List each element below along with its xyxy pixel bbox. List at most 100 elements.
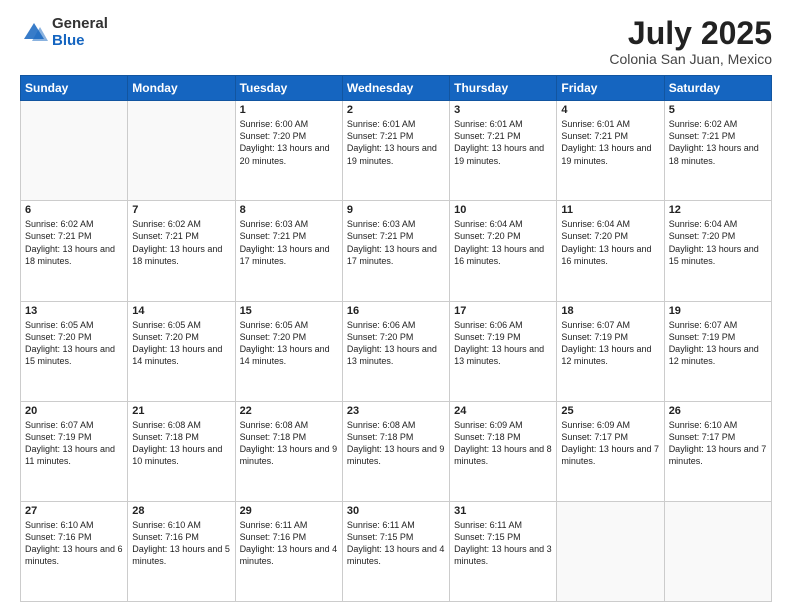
logo-general-text: General <box>52 15 108 32</box>
day-info: Sunrise: 6:07 AM Sunset: 7:19 PM Dayligh… <box>669 319 767 368</box>
day-info: Sunrise: 6:09 AM Sunset: 7:18 PM Dayligh… <box>454 419 552 468</box>
day-info: Sunrise: 6:05 AM Sunset: 7:20 PM Dayligh… <box>25 319 123 368</box>
calendar-cell: 2 Sunrise: 6:01 AM Sunset: 7:21 PM Daylig… <box>342 101 449 201</box>
day-info: Sunrise: 6:08 AM Sunset: 7:18 PM Dayligh… <box>132 419 230 468</box>
calendar-cell: 5Sunrise: 6:02 AM Sunset: 7:21 PM Daylig… <box>664 101 771 201</box>
calendar-cell: 19 Sunrise: 6:07 AM Sunset: 7:19 PM Dayli… <box>664 301 771 401</box>
calendar-cell: 21 Sunrise: 6:08 AM Sunset: 7:18 PM Dayli… <box>128 401 235 501</box>
header: General Blue July 2025 Colonia San Juan,… <box>20 16 772 67</box>
day-number: 28 <box>132 505 230 517</box>
day-info: Sunrise: 6:02 AM Sunset: 7:21 PM Dayligh… <box>669 118 767 167</box>
day-number: 17 <box>454 305 552 317</box>
calendar-cell <box>128 101 235 201</box>
day-info: Sunrise: 6:11 AM Sunset: 7:15 PM Dayligh… <box>454 519 552 568</box>
day-number: 6 <box>25 204 123 216</box>
calendar-col-sunday: Sunday <box>21 76 128 101</box>
day-number: 2 <box>347 104 445 116</box>
day-info: Sunrise: 6:10 AM Sunset: 7:16 PM Dayligh… <box>25 519 123 568</box>
calendar-cell: 18Sunrise: 6:07 AM Sunset: 7:19 PM Dayli… <box>557 301 664 401</box>
calendar-cell: 14 Sunrise: 6:05 AM Sunset: 7:20 PM Dayli… <box>128 301 235 401</box>
day-info: Sunrise: 6:07 AM Sunset: 7:19 PM Dayligh… <box>25 419 123 468</box>
day-info: Sunrise: 6:01 AM Sunset: 7:21 PM Dayligh… <box>454 118 552 167</box>
day-info: Sunrise: 6:08 AM Sunset: 7:18 PM Dayligh… <box>347 419 445 468</box>
calendar-col-wednesday: Wednesday <box>342 76 449 101</box>
day-info: Sunrise: 6:06 AM Sunset: 7:19 PM Dayligh… <box>454 319 552 368</box>
day-number: 10 <box>454 204 552 216</box>
calendar-header-row: SundayMondayTuesdayWednesdayThursdayFrid… <box>21 76 772 101</box>
calendar-col-tuesday: Tuesday <box>235 76 342 101</box>
day-number: 13 <box>25 305 123 317</box>
day-info: Sunrise: 6:05 AM Sunset: 7:20 PM Dayligh… <box>132 319 230 368</box>
day-info: Sunrise: 6:01 AM Sunset: 7:21 PM Dayligh… <box>347 118 445 167</box>
calendar-week-row: 13 Sunrise: 6:05 AM Sunset: 7:20 PM Dayli… <box>21 301 772 401</box>
logo-icon <box>20 19 48 47</box>
day-info: Sunrise: 6:04 AM Sunset: 7:20 PM Dayligh… <box>454 218 552 267</box>
calendar-cell: 7 Sunrise: 6:02 AM Sunset: 7:21 PM Daylig… <box>128 201 235 301</box>
day-number: 30 <box>347 505 445 517</box>
day-number: 22 <box>240 405 338 417</box>
day-info: Sunrise: 6:00 AM Sunset: 7:20 PM Dayligh… <box>240 118 338 167</box>
day-number: 8 <box>240 204 338 216</box>
calendar-cell: 8 Sunrise: 6:03 AM Sunset: 7:21 PM Daylig… <box>235 201 342 301</box>
calendar-week-row: 20 Sunrise: 6:07 AM Sunset: 7:19 PM Dayli… <box>21 401 772 501</box>
calendar-cell: 23Sunrise: 6:08 AM Sunset: 7:18 PM Dayli… <box>342 401 449 501</box>
day-info: Sunrise: 6:03 AM Sunset: 7:21 PM Dayligh… <box>240 218 338 267</box>
logo-text: General Blue <box>52 16 108 49</box>
calendar-cell: 29 Sunrise: 6:11 AM Sunset: 7:16 PM Dayli… <box>235 501 342 601</box>
day-info: Sunrise: 6:11 AM Sunset: 7:15 PM Dayligh… <box>347 519 445 568</box>
day-number: 7 <box>132 204 230 216</box>
calendar-cell: 15 Sunrise: 6:05 AM Sunset: 7:20 PM Dayli… <box>235 301 342 401</box>
day-number: 25 <box>561 405 659 417</box>
day-info: Sunrise: 6:04 AM Sunset: 7:20 PM Dayligh… <box>669 218 767 267</box>
day-number: 20 <box>25 405 123 417</box>
day-number: 29 <box>240 505 338 517</box>
logo-blue-text: Blue <box>52 32 85 49</box>
day-info: Sunrise: 6:03 AM Sunset: 7:21 PM Dayligh… <box>347 218 445 267</box>
day-number: 16 <box>347 305 445 317</box>
day-number: 24 <box>454 405 552 417</box>
calendar-cell <box>664 501 771 601</box>
calendar-cell: 25 Sunrise: 6:09 AM Sunset: 7:17 PM Dayli… <box>557 401 664 501</box>
calendar-week-row: 27 Sunrise: 6:10 AM Sunset: 7:16 PM Dayli… <box>21 501 772 601</box>
calendar-cell: 17 Sunrise: 6:06 AM Sunset: 7:19 PM Dayli… <box>450 301 557 401</box>
day-number: 15 <box>240 305 338 317</box>
calendar-cell: 4 Sunrise: 6:01 AM Sunset: 7:21 PM Daylig… <box>557 101 664 201</box>
day-info: Sunrise: 6:02 AM Sunset: 7:21 PM Dayligh… <box>132 218 230 267</box>
day-info: Sunrise: 6:10 AM Sunset: 7:16 PM Dayligh… <box>132 519 230 568</box>
day-info: Sunrise: 6:02 AM Sunset: 7:21 PM Dayligh… <box>25 218 123 267</box>
calendar-cell: 16 Sunrise: 6:06 AM Sunset: 7:20 PM Dayli… <box>342 301 449 401</box>
day-info: Sunrise: 6:04 AM Sunset: 7:20 PM Dayligh… <box>561 218 659 267</box>
month-year: July 2025 <box>609 16 772 51</box>
calendar-cell: 31 Sunrise: 6:11 AM Sunset: 7:15 PM Dayli… <box>450 501 557 601</box>
calendar-cell: 24 Sunrise: 6:09 AM Sunset: 7:18 PM Dayli… <box>450 401 557 501</box>
day-number: 21 <box>132 405 230 417</box>
day-number: 14 <box>132 305 230 317</box>
day-info: Sunrise: 6:06 AM Sunset: 7:20 PM Dayligh… <box>347 319 445 368</box>
calendar-cell: 26 Sunrise: 6:10 AM Sunset: 7:17 PM Dayli… <box>664 401 771 501</box>
calendar-cell: 30 Sunrise: 6:11 AM Sunset: 7:15 PM Dayli… <box>342 501 449 601</box>
calendar-cell: 10 Sunrise: 6:04 AM Sunset: 7:20 PM Dayli… <box>450 201 557 301</box>
day-number: 3 <box>454 104 552 116</box>
calendar-cell: 13 Sunrise: 6:05 AM Sunset: 7:20 PM Dayli… <box>21 301 128 401</box>
day-number: 4 <box>561 104 659 116</box>
day-info: Sunrise: 6:11 AM Sunset: 7:16 PM Dayligh… <box>240 519 338 568</box>
calendar-cell: 6 Sunrise: 6:02 AM Sunset: 7:21 PM Daylig… <box>21 201 128 301</box>
day-info: Sunrise: 6:08 AM Sunset: 7:18 PM Dayligh… <box>240 419 338 468</box>
calendar-week-row: 1 Sunrise: 6:00 AM Sunset: 7:20 PM Daylig… <box>21 101 772 201</box>
day-number: 1 <box>240 104 338 116</box>
day-number: 31 <box>454 505 552 517</box>
day-info: Sunrise: 6:01 AM Sunset: 7:21 PM Dayligh… <box>561 118 659 167</box>
day-info: Sunrise: 6:09 AM Sunset: 7:17 PM Dayligh… <box>561 419 659 468</box>
logo: General Blue <box>20 16 108 49</box>
calendar-week-row: 6 Sunrise: 6:02 AM Sunset: 7:21 PM Daylig… <box>21 201 772 301</box>
day-number: 26 <box>669 405 767 417</box>
calendar-cell <box>557 501 664 601</box>
location: Colonia San Juan, Mexico <box>609 51 772 67</box>
day-number: 19 <box>669 305 767 317</box>
day-number: 27 <box>25 505 123 517</box>
calendar-cell: 9Sunrise: 6:03 AM Sunset: 7:21 PM Daylig… <box>342 201 449 301</box>
calendar-col-saturday: Saturday <box>664 76 771 101</box>
day-info: Sunrise: 6:05 AM Sunset: 7:20 PM Dayligh… <box>240 319 338 368</box>
day-info: Sunrise: 6:10 AM Sunset: 7:17 PM Dayligh… <box>669 419 767 468</box>
calendar-cell: 11Sunrise: 6:04 AM Sunset: 7:20 PM Dayli… <box>557 201 664 301</box>
